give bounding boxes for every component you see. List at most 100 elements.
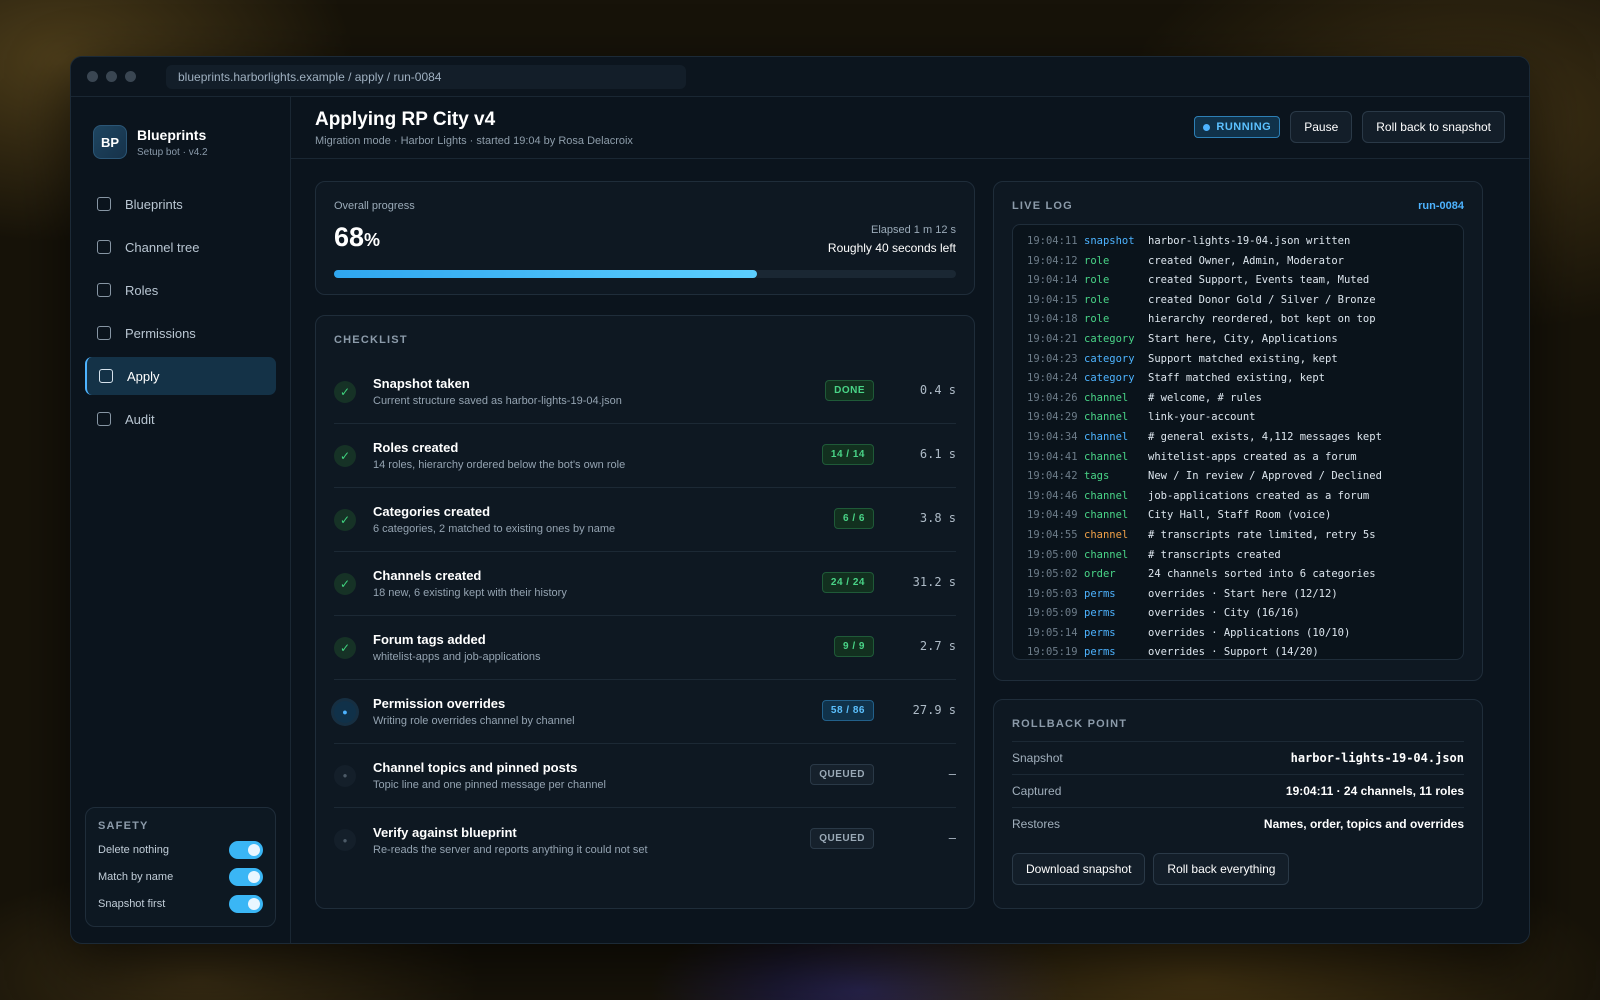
log-kind: role (1084, 293, 1110, 306)
log-line: 19:05:00 channel # transcripts created (1027, 549, 1449, 569)
log-line: 19:04:15 role created Donor Gold / Silver … (1027, 294, 1449, 314)
roll-back-everything-button[interactable]: Roll back everything (1153, 853, 1290, 885)
toggle-label: Delete nothing (98, 844, 169, 856)
status-badge: RUNNING (1194, 116, 1281, 138)
pause-button[interactable]: Pause (1290, 111, 1353, 143)
checklist-row: ✓ Categories created 6 categories, 2 match… (334, 488, 956, 552)
square-icon (97, 240, 111, 254)
checklist-row: ✓ Channels created 18 new, 6 existing kept… (334, 552, 956, 616)
log-message: # general exists, 4,112 messages kept (1148, 430, 1382, 443)
checklist-item-desc: Current structure saved as harbor-lights… (373, 395, 622, 407)
sidebar-nav: Blueprints Channel tree Roles Permissions Ap… (85, 185, 276, 438)
checklist-status-badge: 14 / 14 (821, 444, 874, 465)
log-kind: snapshot (1084, 235, 1135, 247)
log-line: 19:05:03 perms overrides · Start here (12/… (1027, 588, 1449, 608)
sidebar: BP Blueprints Setup bot · v4.2 Blueprint… (71, 97, 291, 943)
checklist-item-title: Channels created (373, 568, 482, 583)
checklist-item-title: Snapshot taken (373, 376, 470, 391)
titlebar: blueprints.harborlights.example / apply … (71, 57, 1529, 97)
log-kind: category (1084, 352, 1135, 365)
sidebar-item-permissions[interactable]: Permissions (85, 314, 276, 352)
safety-toggle-row: Match by name (98, 868, 263, 886)
log-kind: channel (1084, 411, 1129, 424)
log-kind: channel (1084, 450, 1129, 463)
log-kind: perms (1084, 626, 1116, 639)
log-line: 19:04:23 category Support matched existing… (1027, 353, 1449, 373)
checklist-duration: 3.8 s (919, 511, 956, 525)
app-window: blueprints.harborlights.example / apply … (70, 56, 1530, 944)
sidebar-item-label: Audit (125, 411, 155, 427)
queued-dot-icon: ● (334, 829, 356, 851)
toggle-switch[interactable] (229, 895, 263, 913)
rollback-key: Captured (1012, 784, 1062, 798)
log-message: New / In review / Approved / Declined (1148, 470, 1382, 483)
safety-panel: SAFETY Delete nothing Match by name Snapsh… (85, 807, 276, 927)
sidebar-item-roles[interactable]: Roles (85, 271, 276, 309)
brand-subtitle: Setup bot · v4.2 (137, 146, 208, 158)
log-kind: channel (1084, 391, 1129, 404)
url-bar[interactable]: blueprints.harborlights.example / apply … (166, 64, 686, 89)
rollback-snapshot-button[interactable]: Roll back to snapshot (1362, 111, 1505, 143)
square-icon (99, 369, 113, 383)
safety-title: SAFETY (98, 820, 149, 832)
run-id-link[interactable]: run-0084 (1418, 200, 1464, 212)
progress-bar (334, 270, 956, 278)
square-icon (97, 197, 111, 211)
log-timestamp: 19:04:29 (1027, 411, 1078, 424)
window-close-dot[interactable] (87, 71, 98, 82)
status-dot-icon (1203, 123, 1211, 131)
window-maximize-dot[interactable] (125, 71, 136, 82)
log-line: 19:04:12 role created Owner, Admin, Modera… (1027, 255, 1449, 275)
log-message: created Donor Gold / Silver / Bronze (1148, 293, 1376, 306)
log-line: 19:04:26 channel # welcome, # rules (1027, 392, 1449, 412)
log-timestamp: 19:04:42 (1027, 470, 1078, 483)
rollback-key: Restores (1012, 817, 1061, 831)
log-kind: channel (1084, 548, 1129, 561)
checklist-item-desc: 14 roles, hierarchy ordered below the bo… (373, 459, 626, 471)
log-line: 19:04:11 snapshot harbor-lights-19-04.json… (1027, 235, 1449, 255)
checklist-item-desc: Writing role overrides channel by channe… (373, 715, 575, 727)
window-minimize-dot[interactable] (106, 71, 117, 82)
sidebar-item-channel-tree[interactable]: Channel tree (85, 228, 276, 266)
log-message: harbor-lights-19-04.json written (1148, 235, 1351, 247)
log-timestamp: 19:04:18 (1027, 313, 1078, 326)
progress-label: Overall progress (334, 200, 415, 212)
log-kind: channel (1084, 528, 1129, 541)
checklist-status-badge: 58 / 86 (821, 700, 874, 721)
log-timestamp: 19:05:03 (1027, 587, 1078, 600)
log-message: City Hall, Staff Room (voice) (1148, 509, 1332, 522)
page-header: Applying RP City v4 Migration mode · Har… (291, 97, 1529, 159)
log-timestamp: 19:04:23 (1027, 352, 1078, 365)
log-kind: role (1084, 274, 1110, 287)
brand-logo-icon: BP (93, 125, 127, 159)
checklist-duration: 2.7 s (919, 639, 956, 653)
elapsed-time: Elapsed 1 m 12 s (871, 224, 956, 236)
log-line: 19:05:14 perms overrides · Applications (1… (1027, 627, 1449, 647)
toggle-switch[interactable] (229, 841, 263, 859)
status-badge-label: RUNNING (1216, 121, 1272, 133)
sidebar-item-apply[interactable]: Apply (85, 357, 276, 395)
checklist-item-desc: 18 new, 6 existing kept with their histo… (373, 587, 567, 599)
toggle-switch[interactable] (229, 868, 263, 886)
log-timestamp: 19:04:14 (1027, 274, 1078, 287)
running-dot-icon: ● (334, 700, 356, 723)
sidebar-item-label: Apply (127, 368, 160, 384)
checklist-item-title: Verify against blueprint (373, 824, 517, 840)
log-kind: perms (1084, 587, 1116, 600)
sidebar-item-label: Roles (125, 282, 159, 298)
checklist-status-badge: QUEUED (810, 828, 874, 849)
check-icon: ✓ (334, 636, 356, 659)
sidebar-item-audit[interactable]: Audit (85, 400, 276, 438)
log-message: overrides · Start here (12/12) (1148, 587, 1338, 600)
checklist-item-title: Permission overrides (373, 696, 506, 711)
sidebar-item-blueprints[interactable]: Blueprints (85, 185, 276, 223)
log-message: # transcripts created (1148, 548, 1281, 561)
log-line: 19:04:21 category Start here, City, Applic… (1027, 333, 1449, 353)
log-message: overrides · Support (14/20) (1148, 646, 1319, 659)
checklist-row: ● Permission overrides Writing role overri… (334, 680, 956, 744)
sidebar-item-label: Channel tree (125, 239, 200, 255)
log-message: link-your-account (1148, 411, 1256, 424)
download-snapshot-button[interactable]: Download snapshot (1012, 853, 1146, 885)
rollback-row: Captured 19:04:11 · 24 channels, 11 roles (1012, 774, 1464, 807)
log-output[interactable]: 19:04:11 snapshot harbor-lights-19-04.json… (1012, 224, 1464, 660)
